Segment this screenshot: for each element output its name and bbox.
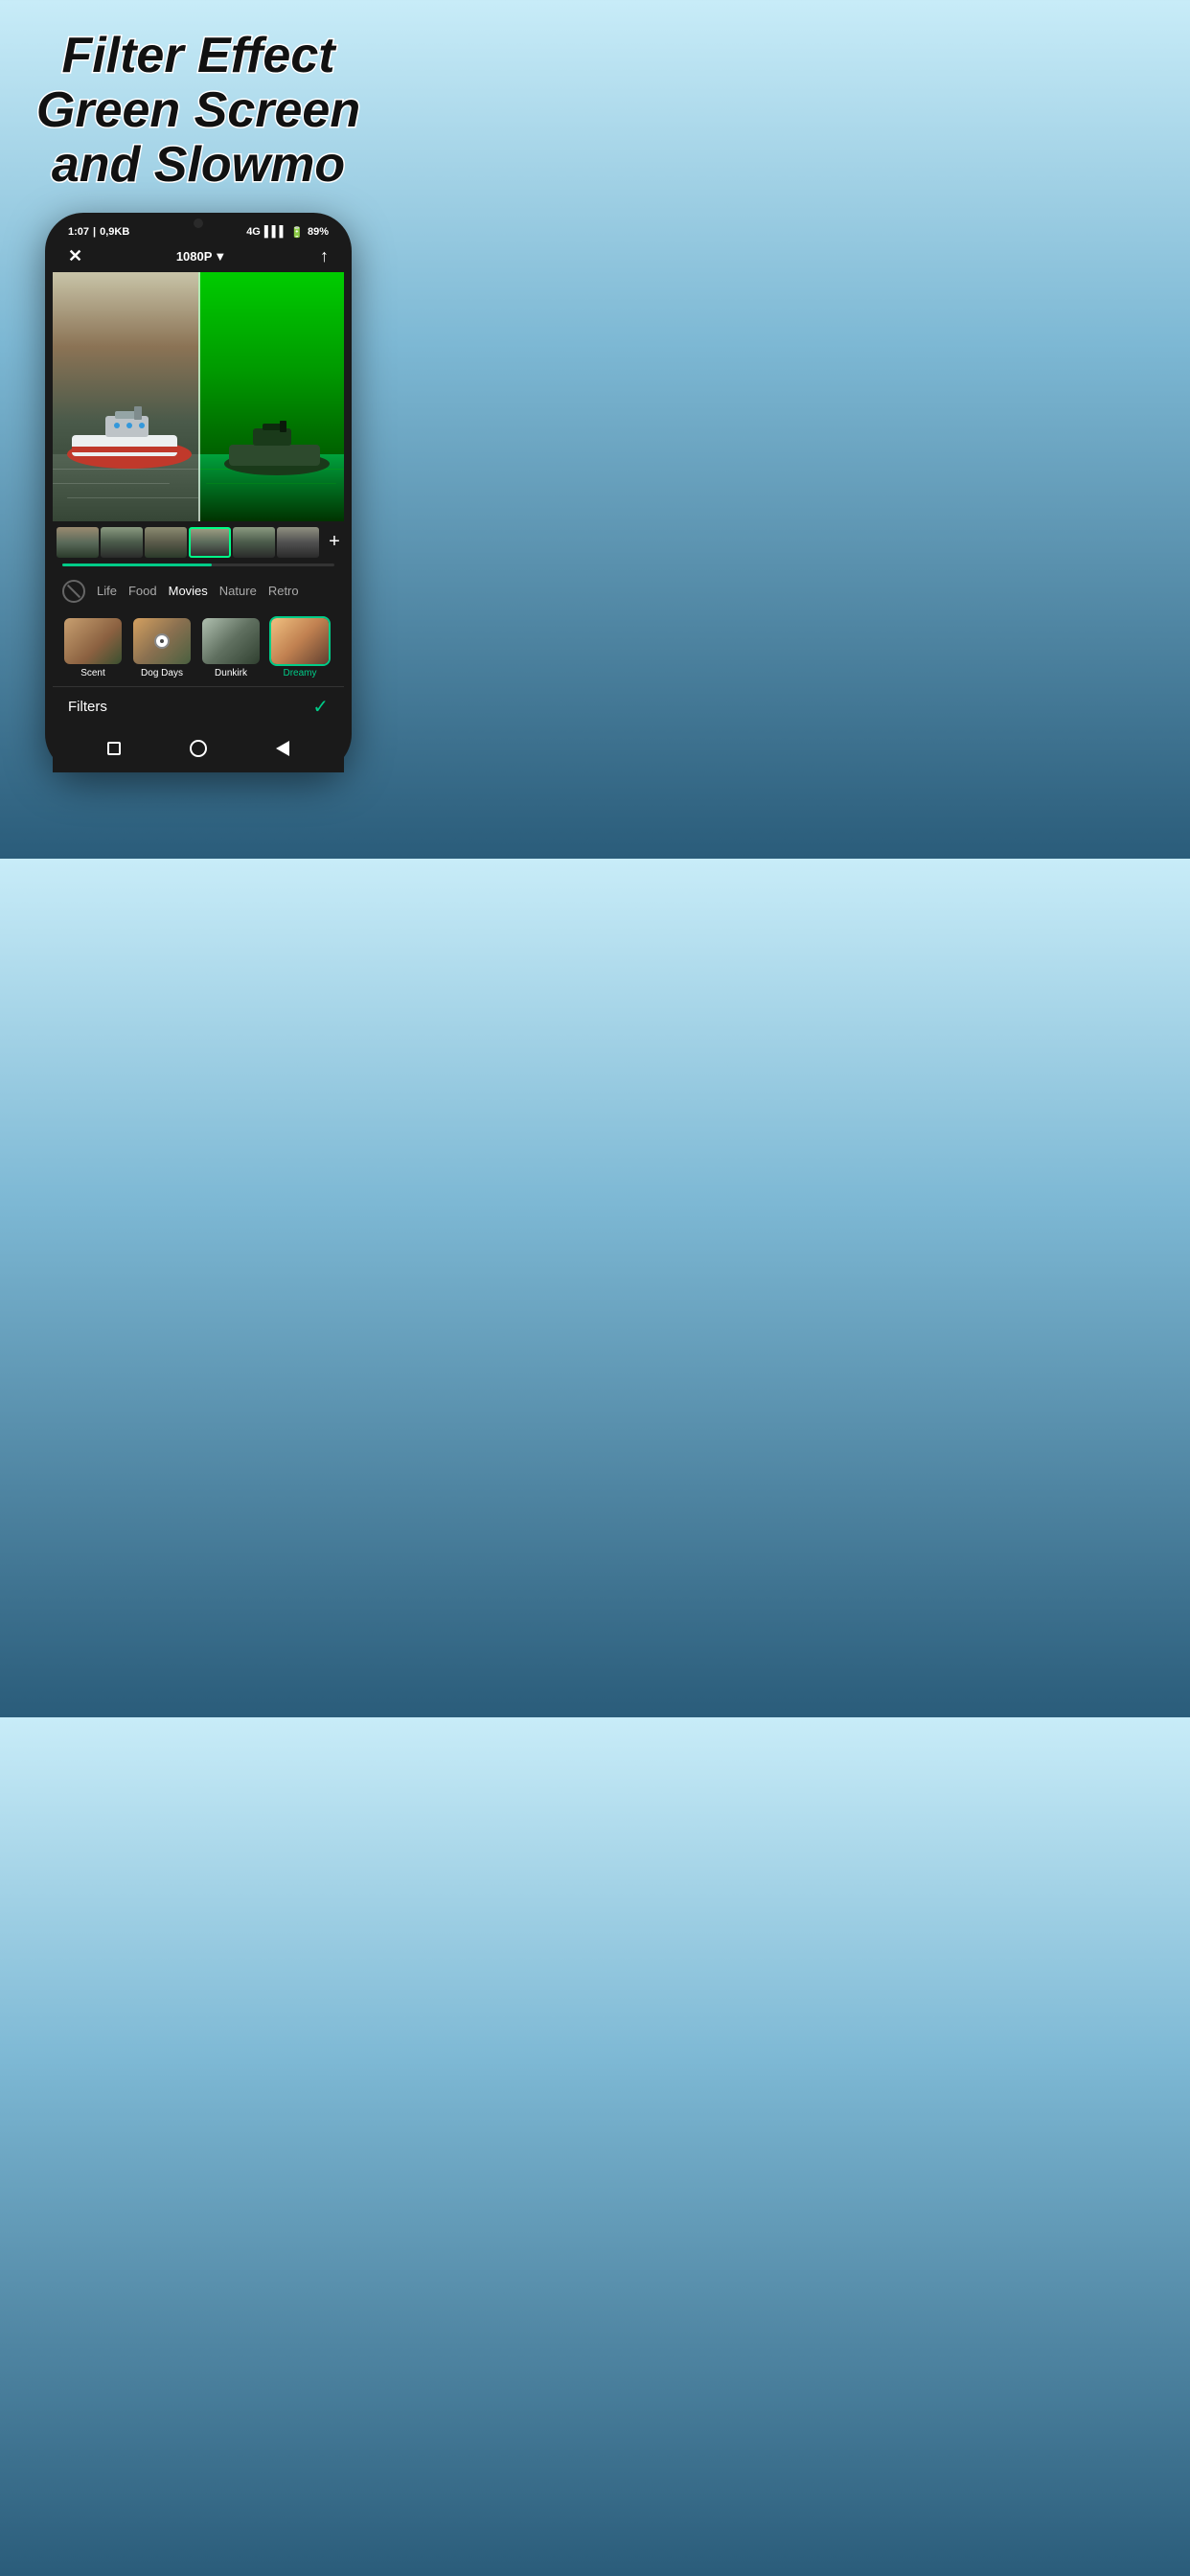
progress-track	[62, 564, 334, 566]
status-time: 1:07	[68, 226, 89, 238]
filter-selected-indicator	[154, 633, 170, 649]
filter-bg-scent	[64, 618, 122, 664]
status-network: 4G	[246, 226, 261, 238]
camera-lens	[194, 218, 203, 228]
signal-bars-icon: ▌▌▌	[264, 226, 286, 238]
filter-dot-inner	[160, 639, 164, 643]
header-subtitle: Green Screen and Slowmo	[19, 83, 378, 193]
video-toolbar: ✕ 1080P ▼ ↑	[53, 242, 344, 272]
filter-progress-bar	[53, 564, 344, 572]
filter-item-dreamy[interactable]: Dreamy	[269, 616, 331, 678]
filters-title: Filters	[68, 699, 107, 715]
header-title: Filter Effect	[19, 29, 378, 83]
iphone-device: 1:07 | 0,9KB 4G ▌▌▌ 🔋 89% ✕ 1080P ▼ ↑	[45, 213, 352, 772]
filter-bg-dunkirk	[202, 618, 260, 664]
video-left-half	[53, 272, 198, 521]
filter-cat-retro[interactable]: Retro	[268, 584, 299, 598]
status-left: 1:07 | 0,9KB	[68, 226, 129, 238]
video-preview	[53, 272, 344, 521]
add-clip-button[interactable]: +	[321, 529, 344, 556]
back-button[interactable]	[272, 738, 293, 759]
triangle-icon	[276, 741, 289, 756]
filter-thumb-dreamy	[269, 616, 331, 666]
video-split-divider	[198, 272, 200, 521]
square-icon	[107, 742, 121, 755]
filter-label-scent: Scent	[80, 668, 105, 678]
timeline-thumb[interactable]	[233, 527, 275, 558]
timeline-thumb[interactable]	[145, 527, 187, 558]
progress-fill	[62, 564, 212, 566]
status-data-usage: 0,9KB	[100, 226, 129, 238]
timeline-thumb[interactable]	[101, 527, 143, 558]
status-data: |	[93, 226, 96, 238]
filter-thumb-scent	[62, 616, 124, 666]
ship-left-svg	[57, 406, 198, 473]
battery-icon: 🔋	[290, 226, 304, 239]
home-button[interactable]	[188, 738, 209, 759]
close-button[interactable]: ✕	[68, 246, 82, 266]
filter-thumb-dunkirk	[200, 616, 262, 666]
battery-percent: 89%	[308, 226, 329, 238]
filter-cat-life[interactable]: Life	[97, 584, 117, 598]
ship-right-svg	[215, 421, 339, 478]
filter-cat-nature[interactable]: Nature	[219, 584, 257, 598]
filter-items-row: Scent Dog Days Dunkirk	[53, 610, 344, 686]
resolution-chevron: ▼	[214, 249, 226, 264]
filter-bg-dreamy	[271, 618, 329, 664]
filter-item-dunkirk[interactable]: Dunkirk	[200, 616, 262, 678]
video-right-half	[198, 272, 344, 521]
circle-icon	[190, 740, 207, 757]
export-button[interactable]: ↑	[320, 246, 329, 266]
filters-bottom-bar: Filters ✓	[53, 686, 344, 728]
timeline-thumb[interactable]	[277, 527, 319, 558]
confirm-button[interactable]: ✓	[312, 695, 329, 719]
filter-cat-movies[interactable]: Movies	[169, 584, 208, 598]
filter-item-dogdays[interactable]: Dog Days	[131, 616, 193, 678]
status-right: 4G ▌▌▌ 🔋 89%	[246, 226, 329, 239]
filter-label-dogdays: Dog Days	[141, 668, 183, 678]
filter-category-bar[interactable]: Life Food Movies Nature Retro	[53, 572, 344, 610]
resolution-label: 1080P	[176, 249, 213, 264]
phone-wrapper: 1:07 | 0,9KB 4G ▌▌▌ 🔋 89% ✕ 1080P ▼ ↑	[0, 203, 397, 772]
recent-apps-button[interactable]	[103, 738, 125, 759]
camera-notch	[160, 213, 237, 234]
filter-label-dreamy: Dreamy	[283, 668, 316, 678]
timeline-thumb[interactable]	[57, 527, 99, 558]
filter-thumb-dogdays	[131, 616, 193, 666]
no-filter-icon[interactable]	[62, 580, 85, 603]
android-nav-bar	[53, 728, 344, 772]
timeline-strip: +	[53, 521, 344, 564]
filter-label-dunkirk: Dunkirk	[215, 668, 247, 678]
resolution-selector[interactable]: 1080P ▼	[176, 249, 226, 264]
filter-cat-food[interactable]: Food	[128, 584, 157, 598]
header-section: Filter Effect Green Screen and Slowmo	[0, 0, 397, 203]
timeline-thumb-active[interactable]	[189, 527, 231, 558]
filter-item-scent[interactable]: Scent	[62, 616, 124, 678]
